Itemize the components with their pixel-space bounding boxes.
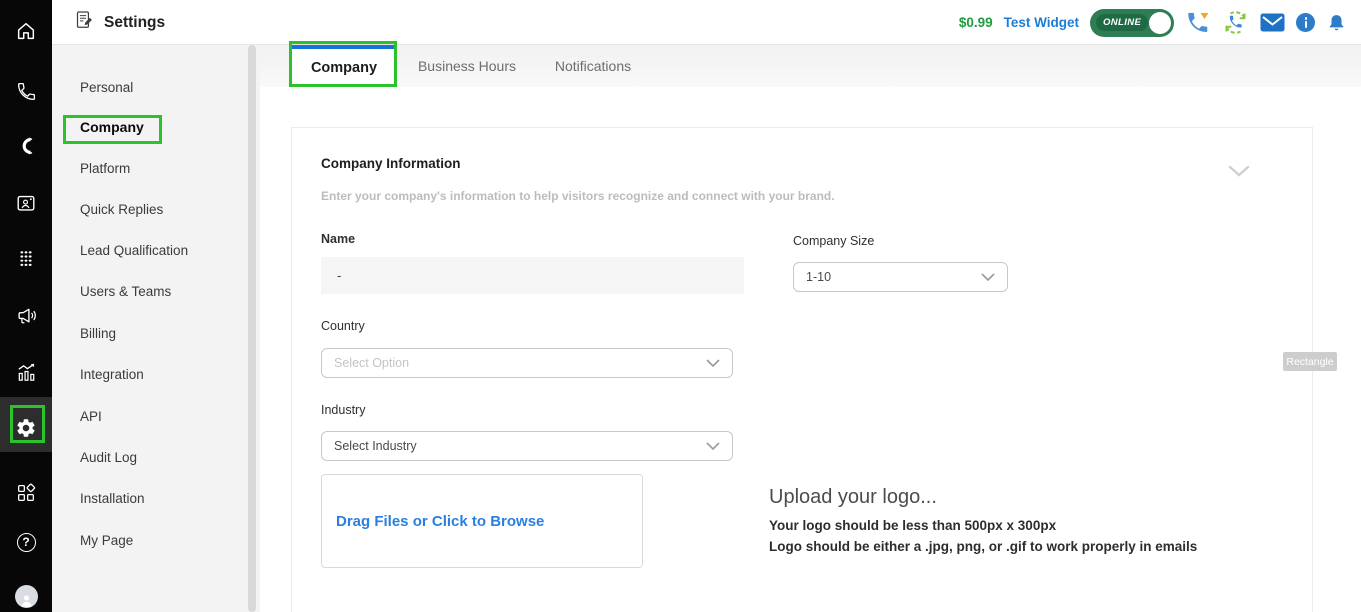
country-label: Country: [321, 319, 365, 333]
tab-notifications[interactable]: Notifications: [546, 45, 640, 87]
sidebar-scrollbar[interactable]: [248, 45, 256, 612]
sidebar-item-billing[interactable]: Billing: [80, 326, 116, 341]
company-size-select[interactable]: 1-10: [793, 262, 1008, 292]
industry-value: Select Industry: [334, 439, 706, 453]
phone-icon[interactable]: [0, 78, 52, 104]
sidebar-item-platform[interactable]: Platform: [80, 161, 130, 176]
account-balance: $0.99: [959, 15, 993, 30]
tab-business-hours[interactable]: Business Hours: [413, 45, 521, 87]
chevron-down-icon: [706, 359, 720, 367]
sidebar-item-integration[interactable]: Integration: [80, 367, 144, 382]
gear-icon[interactable]: [0, 415, 52, 441]
name-label: Name: [321, 232, 355, 246]
online-status-label: ONLINE: [1096, 14, 1148, 31]
analytics-icon[interactable]: [0, 359, 52, 385]
upload-logo-hint-format: Logo should be either a .jpg, png, or .g…: [769, 539, 1197, 554]
company-size-value: 1-10: [806, 270, 981, 284]
chevron-down-icon: [981, 273, 995, 281]
sidebar-item-audit-log[interactable]: Audit Log: [80, 450, 137, 465]
widget-name-link[interactable]: Test Widget: [1004, 15, 1079, 30]
main-content: Company Business Hours Notifications Com…: [260, 45, 1361, 612]
country-placeholder: Select Option: [334, 356, 706, 370]
home-icon[interactable]: [0, 18, 52, 44]
card-title: Company Information: [321, 156, 461, 171]
icon-rail: ?: [0, 0, 52, 612]
info-icon[interactable]: [1296, 13, 1315, 32]
online-status-toggle[interactable]: ONLINE: [1090, 9, 1174, 37]
chevron-down-icon: [706, 442, 720, 450]
upload-logo-hint-size: Your logo should be less than 500px x 30…: [769, 518, 1056, 533]
settings-page: ? Personal Company Platform Quick Replie…: [0, 0, 1361, 612]
company-size-label: Company Size: [793, 234, 874, 248]
top-header: Settings $0.99 Test Widget ONLINE: [52, 0, 1361, 45]
rectangle-annotation-badge: Rectangle: [1283, 352, 1337, 371]
country-select[interactable]: Select Option: [321, 348, 733, 378]
tab-strip: Company Business Hours Notifications: [260, 45, 1361, 87]
sidebar-item-users-teams[interactable]: Users & Teams: [80, 284, 171, 299]
question-mark-glyph: ?: [17, 533, 36, 552]
sidebar-item-my-page[interactable]: My Page: [80, 533, 133, 548]
apps-icon[interactable]: [0, 480, 52, 506]
toggle-knob: [1149, 12, 1171, 34]
logo-dropzone[interactable]: Drag Files or Click to Browse: [321, 474, 643, 568]
sidebar-item-personal[interactable]: Personal: [80, 80, 133, 95]
sidebar-item-quick-replies[interactable]: Quick Replies: [80, 202, 163, 217]
card-subtitle: Enter your company's information to help…: [321, 189, 835, 203]
dialpad-icon[interactable]: [0, 246, 52, 272]
avatar[interactable]: [0, 583, 52, 609]
settings-doc-icon: [74, 9, 95, 36]
upload-logo-heading: Upload your logo...: [769, 486, 937, 509]
page-title: Settings: [104, 14, 165, 32]
sidebar-item-installation[interactable]: Installation: [80, 491, 145, 506]
mail-icon[interactable]: [1260, 13, 1285, 32]
collapse-chevron-icon[interactable]: [1228, 164, 1250, 182]
company-name-input[interactable]: [321, 257, 744, 294]
megaphone-icon[interactable]: [0, 303, 52, 329]
sidebar-item-lead-qualification[interactable]: Lead Qualification: [80, 243, 188, 258]
help-icon[interactable]: ?: [0, 529, 52, 555]
missed-call-icon[interactable]: [1185, 10, 1211, 36]
call-refresh-icon[interactable]: [1222, 9, 1249, 36]
settings-sidebar: Personal Company Platform Quick Replies …: [52, 45, 260, 612]
company-information-card: Company Information Enter your company's…: [291, 127, 1313, 612]
sidebar-item-api[interactable]: API: [80, 409, 102, 424]
tab-company[interactable]: Company: [291, 45, 397, 87]
industry-label: Industry: [321, 403, 365, 417]
contacts-icon[interactable]: [0, 190, 52, 216]
lead-magnet-icon[interactable]: [0, 133, 52, 159]
industry-select[interactable]: Select Industry: [321, 431, 733, 461]
sidebar-item-company[interactable]: Company: [80, 119, 144, 135]
notifications-bell-icon[interactable]: [1326, 12, 1347, 34]
dropzone-label: Drag Files or Click to Browse: [336, 513, 544, 530]
